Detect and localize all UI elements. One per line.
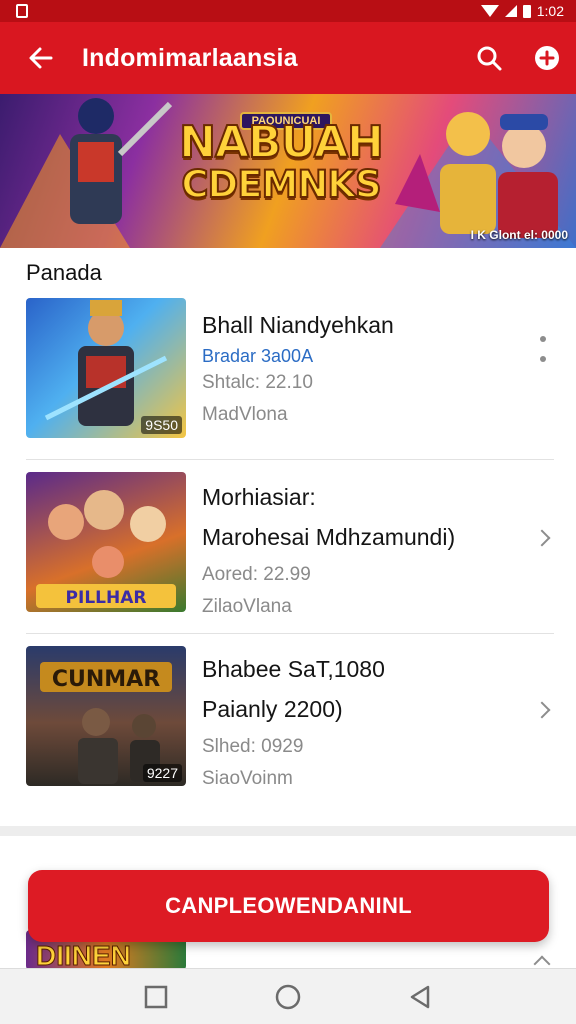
recents-button[interactable] <box>132 973 180 1021</box>
thumb-badge: 9227 <box>142 764 182 782</box>
peek-thumb-text: DIINEN <box>36 940 132 971</box>
game-meta-2: ZilaoVlana <box>202 596 292 617</box>
nav-back-triangle-icon <box>410 985 430 1008</box>
wifi-icon <box>480 5 499 17</box>
status-icons: 1:02 <box>480 3 564 19</box>
system-nav-bar <box>0 968 576 1024</box>
search-icon <box>477 46 502 71</box>
list-item[interactable]: 9S50 Bhall Niandyehkan Bradar 3a00A Shta… <box>26 286 554 460</box>
game-subtitle: Marohesai Mdhzamundi) <box>202 524 456 550</box>
primary-cta-button[interactable]: CANPLEOWENDANINL <box>28 870 549 942</box>
thumb-badge: 9S50 <box>141 416 182 434</box>
app-title: Indomimarlaansia <box>82 43 298 72</box>
game-meta: Slhed: 0929 <box>202 736 304 757</box>
banner-title: NABUAH CDEMNKS <box>176 117 386 207</box>
featured-banner[interactable]: PAQUNICUAI NABUAH CDEMNKS I K Glont el: … <box>0 94 576 248</box>
game-thumbnail: 9S50 <box>26 298 186 438</box>
search-button[interactable] <box>460 22 518 94</box>
game-thumbnail: PILLHAR <box>26 472 186 612</box>
game-title: Bhall Niandyehkan <box>202 312 394 338</box>
nav-square-icon <box>144 985 168 1008</box>
game-subtitle: Paianly 2200) <box>202 696 343 722</box>
more-vertical-icon[interactable] <box>536 336 550 362</box>
game-title: Morhiasiar: <box>202 484 316 510</box>
battery-icon <box>522 4 531 18</box>
chevron-right-icon[interactable] <box>533 529 551 547</box>
banner-title-line2: CDEMNKS <box>180 163 382 207</box>
system-back-button[interactable] <box>396 973 444 1021</box>
game-list: 9S50 Bhall Niandyehkan Bradar 3a00A Shta… <box>0 286 576 808</box>
nav-circle-icon <box>275 984 301 1009</box>
chevron-right-icon[interactable] <box>533 701 551 719</box>
banner-title-line1: NABUAH <box>178 117 385 168</box>
svg-text:CUNMAR: CUNMAR <box>52 667 160 692</box>
game-thumbnail: CUNMAR 9227 <box>26 646 186 786</box>
section-title: Panada <box>26 260 102 285</box>
add-circle-icon <box>535 46 559 70</box>
notification-icon <box>16 4 28 18</box>
game-meta-2: MadVlona <box>202 404 288 425</box>
game-title: Bhabee SaT,1080 <box>202 656 385 682</box>
add-button[interactable] <box>518 22 576 94</box>
banner-credit: I K Glont el: 0000 <box>470 228 568 242</box>
back-button[interactable] <box>0 22 82 94</box>
game-tag: Bradar 3a00A <box>202 346 314 366</box>
app-bar: Indomimarlaansia <box>0 22 576 94</box>
back-arrow-icon <box>29 47 53 69</box>
game-meta-2: SiaoVoinm <box>202 768 293 789</box>
list-item[interactable]: CUNMAR 9227 Bhabee SaT,1080 Paianly 2200… <box>26 634 554 808</box>
thumbnail-art: PILLHAR <box>36 490 176 608</box>
svg-text:PILLHAR: PILLHAR <box>66 588 147 608</box>
status-bar: 1:02 <box>0 0 576 22</box>
game-meta: Aored: 22.99 <box>202 564 311 585</box>
status-time: 1:02 <box>536 3 564 19</box>
signal-icon <box>504 5 517 17</box>
home-button[interactable] <box>264 973 312 1021</box>
section-divider <box>0 826 576 836</box>
game-meta: Shtalc: 22.10 <box>202 372 313 393</box>
list-item[interactable]: PILLHAR Morhiasiar: Marohesai Mdhzamundi… <box>26 460 554 634</box>
